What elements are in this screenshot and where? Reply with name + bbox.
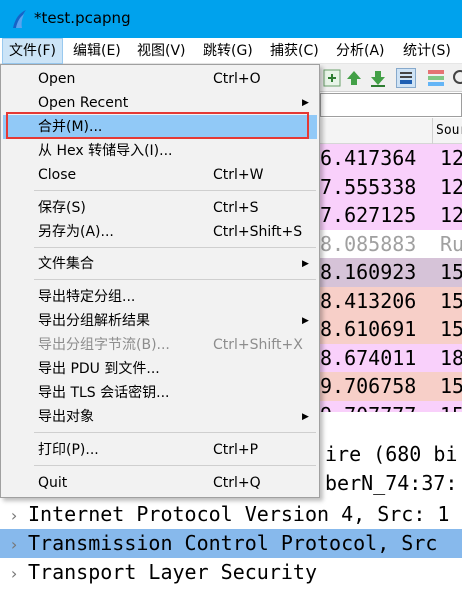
submenu-arrow-icon: ▶: [302, 412, 309, 422]
menu-view[interactable]: 视图(V): [131, 38, 192, 64]
packet-time: 7.627125: [320, 203, 417, 227]
menu-analyze[interactable]: 分析(A): [330, 38, 391, 64]
menu-separator: [34, 465, 316, 466]
packet-source: 15: [440, 403, 462, 413]
menu-separator: [34, 432, 316, 433]
packet-list: 6.417364 12 7.555338 12 7.627125 12 8.08588…: [320, 144, 462, 412]
menu-edit[interactable]: 编辑(E): [67, 38, 127, 64]
packet-time: 8.160923: [320, 260, 417, 284]
packet-row[interactable]: 6.417364 12: [320, 144, 462, 173]
main-toolbar: [320, 64, 462, 92]
packet-source: 12: [440, 146, 462, 170]
menu-file[interactable]: 文件(F): [2, 38, 63, 64]
title-bar: *test.pcapng: [0, 0, 462, 38]
menu-separator: [34, 279, 316, 280]
detail-label: Internet Protocol Version 4, Src: 1: [28, 502, 450, 526]
menu-item-close[interactable]: Close Ctrl+W: [3, 163, 317, 187]
menu-item-import-hex[interactable]: 从 Hex 转储导入(I)...: [3, 139, 317, 163]
packet-time: 8.085883: [320, 231, 417, 256]
packet-source: 18: [440, 345, 462, 370]
detail-ip-row[interactable]: › Internet Protocol Version 4, Src: 1: [0, 500, 462, 529]
menu-item-export-objects[interactable]: 导出对象 ▶: [3, 405, 317, 429]
expand-chevron-icon[interactable]: ›: [0, 530, 28, 558]
packet-source: 12: [440, 203, 462, 227]
packet-row[interactable]: 8.413206 15: [320, 286, 462, 315]
detail-label: Transport Layer Security: [28, 560, 317, 584]
expand-chevron-icon[interactable]: ›: [0, 501, 28, 529]
autoscroll-icon[interactable]: [396, 68, 416, 88]
menu-item-save[interactable]: 保存(S) Ctrl+S: [3, 196, 317, 220]
packet-list-header: Sour: [320, 118, 462, 144]
colorize-icon[interactable]: [426, 68, 446, 88]
packet-time: 9.707777: [320, 401, 440, 413]
menu-bar: 文件(F) 编辑(E) 视图(V) 跳转(G) 捕获(C) 分析(A) 统计(S…: [0, 38, 462, 64]
packet-time: 8.413206: [320, 288, 417, 313]
display-filter-input[interactable]: [320, 93, 462, 117]
packet-row[interactable]: 8.160923 15: [320, 258, 462, 287]
packet-row[interactable]: 7.627125 12: [320, 201, 462, 230]
menu-item-export-dissections[interactable]: 导出分组解析结果 ▶: [3, 309, 317, 333]
menu-separator: [34, 247, 316, 248]
packet-time: 8.610691: [320, 317, 417, 341]
packet-source: 15: [440, 374, 462, 398]
menu-item-save-as[interactable]: 另存为(A)... Ctrl+Shift+S: [3, 220, 317, 244]
packet-source: 15: [440, 317, 462, 341]
column-source-header[interactable]: Sour: [436, 123, 462, 138]
packet-row[interactable]: 7.555338 12: [320, 172, 462, 201]
detail-frame-tail: ire (680 bi: [325, 442, 458, 466]
packet-source: 15: [440, 288, 462, 313]
detail-ethernet-tail: berN_74:37:: [325, 471, 458, 495]
packet-row[interactable]: 9.70777715: [320, 400, 462, 413]
submenu-arrow-icon: ▶: [302, 259, 309, 269]
packet-row[interactable]: 9.706758 15: [320, 372, 462, 401]
packet-source: Ru: [440, 231, 462, 256]
menu-item-print[interactable]: 打印(P)... Ctrl+P: [3, 438, 317, 462]
expand-chevron-icon[interactable]: ›: [0, 559, 28, 587]
first-packet-icon[interactable]: [344, 68, 364, 88]
packet-row[interactable]: 8.085883 Ru: [320, 229, 462, 258]
detail-label: Transmission Control Protocol, Src: [28, 531, 438, 555]
packet-time: 6.417364: [320, 146, 417, 170]
menu-item-file-set[interactable]: 文件集合 ▶: [3, 252, 317, 276]
menu-item-export-tls-keys[interactable]: 导出 TLS 会话密钥...: [3, 381, 317, 405]
menu-statistics[interactable]: 统计(S): [397, 38, 457, 64]
menu-go[interactable]: 跳转(G): [197, 38, 259, 64]
packet-source: 15: [440, 260, 462, 284]
submenu-arrow-icon: ▶: [302, 316, 309, 326]
packet-source: 12: [440, 174, 462, 199]
menu-item-export-bytes: 导出分组字节流(B)... Ctrl+Shift+X: [38, 337, 303, 353]
packet-row[interactable]: 8.610691 15: [320, 315, 462, 344]
menu-item-quit[interactable]: Quit Ctrl+Q: [3, 471, 317, 495]
detail-tcp-row[interactable]: › Transmission Control Protocol, Src: [0, 529, 462, 558]
menu-separator: [34, 190, 316, 191]
wireshark-fin-icon: [10, 9, 28, 33]
detail-tls-row[interactable]: › Transport Layer Security: [0, 558, 462, 587]
menu-item-export-specified[interactable]: 导出特定分组...: [3, 285, 317, 309]
go-to-packet-icon[interactable]: [322, 68, 342, 88]
highlight-box: [6, 112, 309, 139]
last-packet-icon[interactable]: [368, 68, 388, 88]
packet-time: 8.674011: [320, 345, 417, 370]
column-separator: [432, 118, 433, 144]
menu-capture[interactable]: 捕获(C): [264, 38, 325, 64]
packet-row[interactable]: 8.674011 18: [320, 343, 462, 372]
menu-item-export-pdu[interactable]: 导出 PDU 到文件...: [3, 357, 317, 381]
window-title: *test.pcapng: [34, 9, 131, 27]
menu-item-open[interactable]: Open Ctrl+O: [3, 67, 317, 91]
packet-time: 9.706758: [320, 374, 417, 398]
packet-time: 7.555338: [320, 174, 417, 199]
zoom-in-icon[interactable]: [450, 68, 462, 88]
